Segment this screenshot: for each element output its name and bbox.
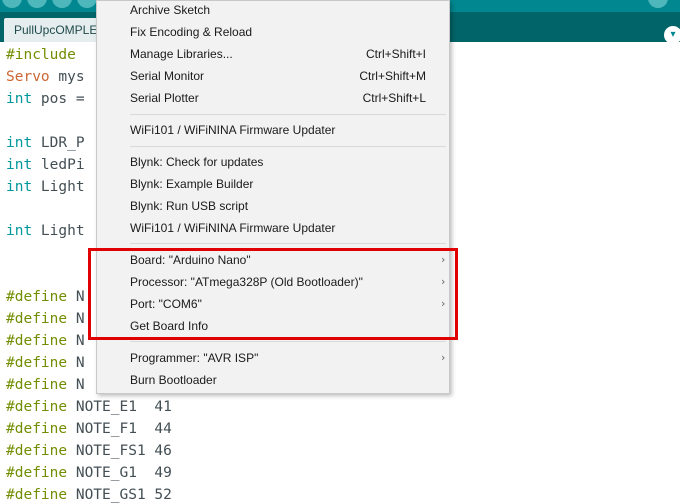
code-token: #define	[6, 443, 68, 459]
menu-item-label: Fix Encoding & Reload	[130, 25, 253, 39]
code-token: NOTE_FS1 46	[67, 443, 172, 459]
menu-item-label: WiFi101 / WiFiNINA Firmware Updater	[130, 123, 336, 137]
menu-item-fix-encoding[interactable]: Fix Encoding & Reload	[130, 23, 440, 41]
code-token: Servo	[6, 69, 50, 85]
code-token: int	[6, 91, 33, 107]
code-token: #define	[6, 487, 68, 503]
menu-item-label: Blynk: Check for updates	[130, 155, 264, 169]
open-button[interactable]	[77, 0, 97, 8]
menu-item-label: Burn Bootloader	[130, 373, 217, 387]
serial-monitor-button[interactable]	[648, 0, 668, 8]
code-token: mys	[49, 69, 85, 85]
code-token: N	[67, 289, 85, 305]
code-token: N	[67, 377, 85, 393]
menu-separator	[130, 341, 446, 342]
code-token: NOTE_F1 44	[67, 421, 172, 437]
code-line: #define N	[6, 288, 85, 306]
code-line: int ledPi	[6, 156, 85, 174]
menu-item-burn-bootloader[interactable]: Burn Bootloader	[130, 371, 440, 389]
code-token: NOTE_E1 41	[67, 399, 172, 415]
code-token: pos =	[32, 91, 85, 107]
menu-item-blynk-check-updates[interactable]: Blynk: Check for updates	[130, 153, 440, 171]
menu-separator	[130, 146, 446, 147]
code-token: Light	[32, 179, 85, 195]
code-token: #define	[6, 311, 68, 327]
upload-button[interactable]	[27, 0, 47, 8]
tab-sketch[interactable]: PullUpcOMPLE	[4, 18, 104, 42]
code-line: int LDR_P	[6, 134, 85, 152]
code-token: ledPi	[32, 157, 85, 173]
code-line: #define NOTE_E1 41	[6, 398, 172, 416]
code-token: N	[67, 311, 85, 327]
code-token: LDR_P	[32, 135, 85, 151]
code-line: #define NOTE_G1 49	[6, 464, 172, 482]
menu-item-label: Manage Libraries...	[130, 47, 233, 61]
menu-item-serial-plotter[interactable]: Serial Plotter Ctrl+Shift+L	[130, 89, 440, 107]
code-token: Light	[32, 223, 85, 239]
code-token: #define	[6, 333, 68, 349]
menu-item-label: Blynk: Example Builder	[130, 177, 254, 191]
menu-item-shortcut: Ctrl+Shift+M	[359, 69, 426, 83]
code-token: #define	[6, 289, 68, 305]
menu-separator	[130, 114, 446, 115]
menu-item-shortcut: Ctrl+Shift+I	[365, 47, 426, 61]
menu-item-wifi-firmware-updater-2[interactable]: WiFi101 / WiFiNINA Firmware Updater	[130, 219, 440, 237]
menu-item-label: Serial Monitor	[130, 69, 205, 83]
menu-item-blynk-run-usb-script[interactable]: Blynk: Run USB script	[130, 197, 440, 215]
code-line: Servo mys	[6, 68, 85, 86]
new-button[interactable]	[52, 0, 72, 8]
code-token: NOTE_GS1 52	[67, 487, 172, 503]
code-token: N	[67, 355, 85, 371]
code-line: int Light	[6, 222, 85, 240]
code-token: NOTE_G1 49	[67, 465, 172, 481]
code-line: #define NOTE_FS1 46	[6, 442, 172, 460]
menu-item-wifi-firmware-updater[interactable]: WiFi101 / WiFiNINA Firmware Updater	[130, 121, 440, 139]
code-token: N	[67, 333, 85, 349]
code-token: #define	[6, 465, 68, 481]
code-line: #define N	[6, 354, 85, 372]
code-token: int	[6, 135, 33, 151]
tab-label: PullUpcOMPLE	[14, 23, 98, 37]
code-line: #define NOTE_F1 44	[6, 420, 172, 438]
code-line: #include	[6, 46, 76, 64]
code-token: int	[6, 223, 33, 239]
menu-item-label: Archive Sketch	[130, 3, 211, 17]
code-token: #define	[6, 421, 68, 437]
code-line: #define N	[6, 332, 85, 350]
menu-item-serial-monitor[interactable]: Serial Monitor Ctrl+Shift+M	[130, 67, 440, 85]
code-token: #define	[6, 399, 68, 415]
menu-separator	[130, 243, 446, 244]
code-line: #define N	[6, 310, 85, 328]
menu-item-label: Programmer: "AVR ISP"	[130, 351, 259, 365]
menu-item-archive-sketch[interactable]: Archive Sketch	[130, 1, 440, 19]
code-line: int Light	[6, 178, 85, 196]
menu-item-label: Serial Plotter	[130, 91, 199, 105]
submenu-arrow-icon: ›	[441, 351, 446, 364]
menu-item-programmer[interactable]: Programmer: "AVR ISP"	[130, 349, 440, 367]
menu-item-label: WiFi101 / WiFiNINA Firmware Updater	[130, 221, 336, 235]
code-line: int pos =	[6, 90, 85, 108]
code-line: #define N	[6, 376, 85, 394]
menu-item-manage-libraries[interactable]: Manage Libraries... Ctrl+Shift+I	[130, 45, 440, 63]
menu-item-label: Blynk: Run USB script	[130, 199, 249, 213]
menu-item-blynk-example-builder[interactable]: Blynk: Example Builder	[130, 175, 440, 193]
code-line: #define NOTE_GS1 52	[6, 486, 172, 504]
menu-item-shortcut: Ctrl+Shift+L	[362, 91, 426, 105]
verify-button[interactable]	[2, 0, 22, 8]
code-token: int	[6, 179, 33, 195]
code-token: #define	[6, 377, 68, 393]
code-token: #define	[6, 355, 68, 371]
highlight-box	[88, 248, 458, 340]
code-token: #include	[6, 47, 76, 63]
code-token: int	[6, 157, 33, 173]
